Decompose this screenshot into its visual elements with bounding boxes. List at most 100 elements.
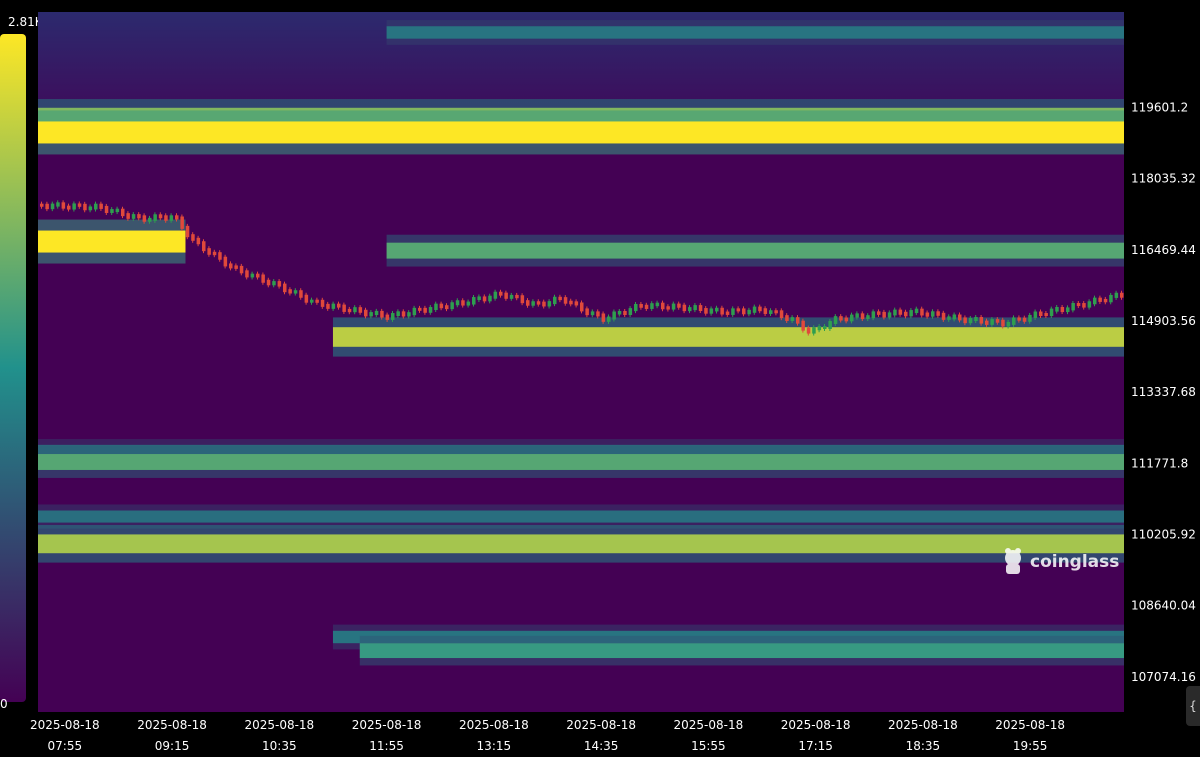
candle-body — [142, 215, 147, 222]
y-tick-label: 107074.16 — [1131, 670, 1196, 684]
candle-body — [580, 302, 584, 312]
candle-body — [1022, 317, 1027, 322]
heat-band-core — [386, 26, 1124, 39]
candle-body — [428, 307, 433, 313]
candle-body — [326, 303, 330, 309]
x-tick-time: 14:35 — [584, 739, 619, 753]
x-axis-ticks: 2025-08-18 07:55 2025-08-18 09:15 2025-08-18… — [30, 718, 1065, 753]
candle-body — [909, 310, 913, 317]
candle-body — [612, 311, 616, 320]
candle-body — [601, 313, 606, 322]
color-scale-min-label: 0 — [0, 697, 8, 711]
candle-body — [153, 214, 157, 221]
candle-body — [509, 294, 514, 299]
candle-body — [180, 216, 184, 229]
x-tick-time: 09:15 — [155, 739, 190, 753]
candle-body — [310, 299, 314, 303]
candle-body — [995, 319, 1000, 323]
candle-body — [1028, 314, 1032, 322]
candle-body — [472, 297, 476, 305]
x-tick-date: 2025-08-18 — [995, 718, 1065, 732]
settings-brace-icon[interactable]: { — [1186, 686, 1200, 726]
candle-body — [596, 311, 600, 317]
candle-body — [547, 301, 552, 307]
candle-body — [369, 312, 373, 317]
y-tick-label: 118035.32 — [1131, 172, 1196, 186]
candle-body — [785, 315, 789, 321]
candle-body — [164, 215, 168, 221]
candle-body — [958, 314, 962, 321]
x-tick-time: 07:55 — [48, 739, 83, 753]
candle-body — [374, 310, 379, 316]
heatmap-svg[interactable]: 2.81K0 119601.2 118035.32 116469.44 114903.… — [0, 0, 1200, 753]
candle-body — [1120, 292, 1124, 298]
candle-body — [342, 304, 346, 312]
heat-band-7 — [38, 446, 1124, 478]
candle-body — [1098, 297, 1102, 302]
candle-body — [644, 304, 649, 309]
candle-body — [709, 308, 714, 314]
candle-body — [639, 303, 643, 308]
candle-body — [493, 291, 498, 299]
candle-body — [407, 312, 411, 317]
y-tick-label: 113337.68 — [1131, 385, 1196, 399]
candle-body — [277, 281, 282, 287]
candle-body — [590, 311, 595, 316]
heat-band-core — [38, 230, 186, 253]
candle-body — [796, 317, 800, 324]
candle-body — [990, 319, 994, 325]
heat-band-5 — [332, 317, 1124, 357]
candle-body — [720, 307, 724, 315]
candle-body — [477, 296, 481, 301]
candle-body — [850, 314, 854, 322]
candle-body — [585, 308, 589, 316]
candle-body — [1109, 294, 1113, 303]
x-tick-date: 2025-08-18 — [566, 718, 636, 732]
candle-body — [461, 300, 465, 306]
candle-body — [293, 290, 298, 294]
candle-body — [666, 306, 670, 310]
candle-body — [423, 307, 427, 313]
candle-body — [871, 311, 876, 319]
candle-body — [974, 316, 978, 322]
candle-body — [553, 296, 557, 305]
candle-body — [1103, 298, 1108, 303]
candle-body — [40, 203, 44, 207]
candle-body — [99, 203, 103, 209]
candle-body — [1001, 319, 1005, 327]
x-tick-date: 2025-08-18 — [459, 718, 529, 732]
candle-body — [1012, 317, 1016, 325]
x-tick-date: 2025-08-18 — [30, 718, 100, 732]
candle-body — [67, 205, 71, 210]
candle-body — [650, 303, 654, 309]
y-tick-label: 114903.56 — [1131, 314, 1196, 328]
candle-body — [396, 311, 400, 317]
candle-body — [1082, 303, 1086, 308]
candle-body — [72, 203, 76, 210]
candle-body — [839, 316, 843, 321]
candle-body — [77, 203, 82, 207]
candle-body — [266, 279, 271, 286]
candle-body — [358, 307, 363, 313]
candle-body — [526, 300, 530, 306]
candle-body — [261, 274, 265, 283]
candle-body — [963, 317, 967, 324]
candle-body — [855, 313, 859, 318]
candle-body — [315, 299, 319, 303]
candle-body — [985, 320, 989, 325]
candle-body — [617, 310, 622, 315]
candle-body — [671, 303, 676, 310]
candle-body — [504, 292, 508, 299]
liquidation-heatmap-chart[interactable]: 2.81K 0 119601.2 118035.32 116469.44 114903.… — [0, 0, 1200, 753]
x-tick-date: 2025-08-18 — [352, 718, 422, 732]
candle-body — [531, 301, 535, 306]
x-tick-time: 19:55 — [1013, 739, 1048, 753]
candle-body — [882, 311, 886, 318]
candle-body — [558, 296, 562, 301]
heat-band-0 — [386, 20, 1124, 45]
candle-body — [434, 303, 438, 311]
candle-body — [866, 315, 870, 320]
candle-body — [61, 202, 66, 209]
candle-body — [131, 214, 136, 219]
candle-body — [1039, 311, 1043, 317]
